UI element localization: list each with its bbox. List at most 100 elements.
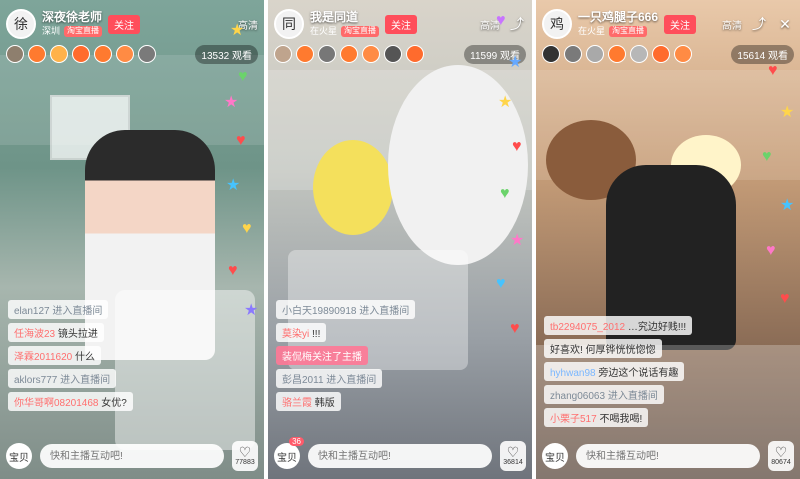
live-panel-3: 鸡 一只鸡腿子666 在火星 淘宝直播 关注 高清 ⤴ ✕ 15614 观看 t… [536, 0, 800, 479]
viewer-avatar[interactable] [362, 45, 380, 63]
star-icon: ★ [226, 177, 241, 194]
viewer-avatar[interactable] [340, 45, 358, 63]
stream-header: 鸡 一只鸡腿子666 在火星 淘宝直播 关注 高清 ⤴ ✕ [542, 8, 794, 40]
viewer-avatar[interactable] [406, 45, 424, 63]
viewer-count: 13532 观看 [195, 44, 258, 64]
host-subline: 深圳 淘宝直播 [42, 25, 103, 37]
yellow-plush [313, 140, 393, 235]
products-count: 36 [289, 437, 304, 446]
host-subline: 在火星 淘宝直播 [578, 26, 658, 37]
hd-toggle[interactable]: 高清 [722, 17, 742, 32]
chat-list: elan127 进入直播间 任海波23 镜头拉进 泽霖2011620 什么 ak… [8, 300, 133, 411]
bottom-bar: 宝贝 ♡ 80674 [542, 441, 794, 471]
like-button[interactable]: ♡ 77883 [232, 441, 258, 471]
chat-message: 骆兰霞 韩版 [276, 392, 341, 411]
chat-message: 装侃梅关注了主播 [276, 346, 368, 365]
viewer-avatar[interactable] [542, 45, 560, 63]
bottom-bar: 宝贝36 ♡ 36814 [274, 437, 526, 471]
hd-toggle[interactable]: 高清 [480, 17, 500, 32]
heart-icon: ♥ [780, 290, 790, 307]
viewer-avatar[interactable] [564, 45, 582, 63]
host-info: 深夜徐老师 深圳 淘宝直播 [42, 10, 103, 37]
viewer-avatar[interactable] [318, 45, 336, 63]
host-avatar[interactable]: 徐 [6, 9, 36, 39]
host-location: 深圳 [42, 25, 61, 36]
host-location: 在火星 [578, 25, 606, 36]
heart-icon: ♡ [238, 444, 252, 460]
host-avatar[interactable]: 鸡 [542, 9, 572, 39]
viewer-avatar[interactable] [384, 45, 402, 63]
heart-icon: ♥ [766, 242, 776, 259]
share-icon[interactable]: ⤴ [750, 15, 768, 33]
viewer-avatar[interactable] [116, 45, 134, 63]
viewer-strip: 15614 观看 [542, 44, 794, 64]
viewer-avatar[interactable] [6, 45, 24, 63]
host-name: 一只鸡腿子666 [578, 10, 659, 24]
viewer-avatar[interactable] [652, 45, 670, 63]
follow-button[interactable]: 关注 [664, 14, 697, 34]
stream-header: 同 我是同道 在火星 淘宝直播 关注 高清 ⤴ [274, 8, 526, 40]
follow-button[interactable]: 关注 [385, 14, 418, 34]
heart-icon: ♡ [506, 444, 520, 460]
chat-list: 小白天19890918 进入直播间 莫染yi !!! 装侃梅关注了主播 彭昌20… [276, 300, 416, 411]
viewer-strip: 13532 观看 [6, 44, 258, 64]
chat-message: 好喜欢! 何厚铧恍恍惚惚 [544, 339, 662, 358]
live-panel-1: 徐 深夜徐老师 深圳 淘宝直播 关注 高清 13532 观看 elan127 进… [0, 0, 264, 479]
star-icon: ★ [780, 197, 795, 214]
chat-message: 莫染yi !!! [276, 323, 327, 342]
chat-message: 任海波23 镜头拉进 [8, 323, 104, 342]
white-plush [388, 65, 528, 265]
host-info: 我是同道 在火星 淘宝直播 [310, 10, 380, 37]
like-count: 36814 [503, 459, 523, 466]
chat-message: 彭昌2011 进入直播间 [276, 369, 383, 388]
chat-message: tb2294075_2012 …究边好贱!!! [544, 316, 693, 335]
chat-list: tb2294075_2012 …究边好贱!!! 好喜欢! 何厚铧恍恍惚惚 hyh… [544, 316, 693, 427]
viewer-avatar[interactable] [586, 45, 604, 63]
chat-message: 泽霖2011620 什么 [8, 346, 101, 365]
like-button[interactable]: ♡ 36814 [500, 441, 526, 471]
viewer-avatar[interactable] [138, 45, 156, 63]
host-subline: 在火星 淘宝直播 [310, 26, 380, 37]
chat-input[interactable] [576, 444, 760, 468]
three-live-stream-panels: 徐 深夜徐老师 深圳 淘宝直播 关注 高清 13532 观看 elan127 进… [0, 0, 800, 479]
like-button[interactable]: ♡ 80674 [768, 441, 794, 471]
dessert-stand [115, 290, 255, 450]
viewer-avatar[interactable] [28, 45, 46, 63]
host-avatar[interactable]: 同 [274, 9, 304, 39]
viewer-avatar[interactable] [72, 45, 90, 63]
viewer-avatar[interactable] [50, 45, 68, 63]
viewer-avatar[interactable] [630, 45, 648, 63]
chat-message: hyhwan98 旁边这个说话有趣 [544, 362, 685, 381]
chat-message: aklors777 进入直播间 [8, 369, 117, 388]
like-count: 77883 [235, 459, 255, 466]
products-button[interactable]: 宝贝 36 [274, 437, 304, 469]
heart-icon: ♥ [510, 320, 520, 337]
heart-icon: ♥ [242, 220, 252, 237]
viewer-avatar[interactable] [674, 45, 692, 63]
host-name: 我是同道 [310, 10, 359, 24]
viewer-count: 15614 观看 [731, 44, 794, 64]
like-count: 80674 [771, 459, 791, 466]
stream-header: 徐 深夜徐老师 深圳 淘宝直播 关注 高清 [6, 8, 258, 40]
share-icon[interactable]: ⤴ [508, 15, 526, 33]
taobao-live-badge: 淘宝直播 [341, 26, 380, 37]
close-icon[interactable]: ✕ [776, 15, 794, 33]
chat-message: zhang06063 进入直播间 [544, 385, 664, 404]
heart-icon: ♡ [774, 444, 788, 460]
products-button[interactable]: 宝贝 [6, 443, 32, 469]
host-info: 一只鸡腿子666 在火星 淘宝直播 [578, 10, 659, 37]
chat-input[interactable] [40, 444, 224, 468]
viewer-avatar[interactable] [274, 45, 292, 63]
products-button[interactable]: 宝贝 [542, 443, 568, 469]
viewer-avatar[interactable] [296, 45, 314, 63]
chat-input[interactable] [308, 444, 492, 468]
heart-icon: ♥ [228, 262, 238, 279]
chat-message: 小栗子517 不喝我喝! [544, 408, 649, 427]
bottom-bar: 宝贝 ♡ 77883 [6, 441, 258, 471]
heart-icon: ♥ [496, 275, 506, 292]
star-icon: ★ [510, 232, 525, 249]
viewer-avatar[interactable] [608, 45, 626, 63]
viewer-avatar[interactable] [94, 45, 112, 63]
hd-toggle[interactable]: 高清 [238, 17, 258, 32]
follow-button[interactable]: 关注 [108, 14, 141, 34]
